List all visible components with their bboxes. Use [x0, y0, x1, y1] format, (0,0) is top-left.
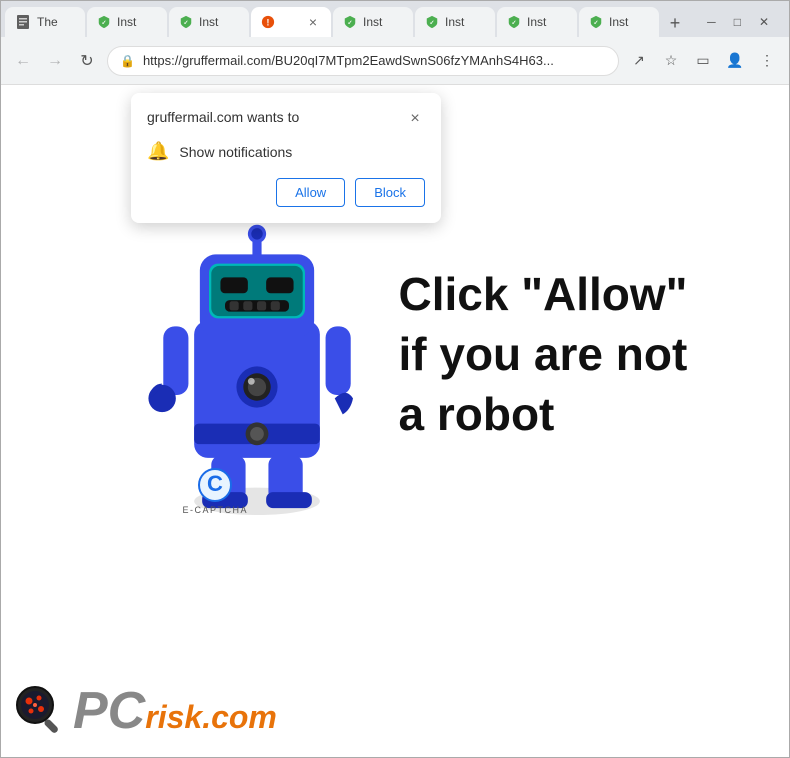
- tab-1[interactable]: The: [5, 7, 85, 37]
- shield-green-icon-3: ✓: [343, 15, 357, 29]
- tab-7-label: Inst: [527, 15, 567, 29]
- pcrisk-pc: PC: [73, 681, 145, 741]
- notification-popup: gruffermail.com wants to × 🔔 Show notifi…: [131, 93, 441, 223]
- menu-button[interactable]: ⋮: [755, 49, 779, 73]
- captcha-line2: if you are not: [398, 325, 687, 385]
- popup-row-text: Show notifications: [179, 144, 292, 160]
- back-button[interactable]: ←: [11, 49, 35, 73]
- shield-green-icon-2: ✓: [179, 15, 193, 29]
- svg-text:✓: ✓: [183, 20, 188, 27]
- pcrisk-com: .com: [202, 699, 277, 736]
- svg-text:✓: ✓: [511, 20, 516, 27]
- captcha-line3: a robot: [398, 385, 687, 445]
- browser-window: The ✓ Inst ✓ Inst ! ×: [0, 0, 790, 758]
- ecaptcha-badge: C E-CAPTCHA: [182, 467, 248, 515]
- maximize-button[interactable]: □: [726, 13, 749, 31]
- tab-5-label: Inst: [363, 15, 403, 29]
- window-controls: ─ □ ✕: [699, 13, 785, 37]
- shield-green-icon-6: ✓: [589, 15, 603, 29]
- svg-text:✓: ✓: [593, 20, 598, 27]
- svg-text:!: !: [267, 18, 270, 28]
- minimize-button[interactable]: ─: [699, 13, 724, 31]
- shield-green-icon-5: ✓: [507, 15, 521, 29]
- lock-icon: 🔒: [120, 54, 135, 68]
- orange-icon: !: [261, 15, 275, 29]
- bell-icon: 🔔: [147, 141, 169, 162]
- popup-title: gruffermail.com wants to: [147, 109, 299, 125]
- share-button[interactable]: ↗: [627, 49, 651, 73]
- popup-buttons: Allow Block: [147, 178, 425, 207]
- tab-6[interactable]: ✓ Inst: [415, 7, 495, 37]
- tab-bar: The ✓ Inst ✓ Inst ! ×: [1, 1, 789, 37]
- content-area: gruffermail.com wants to × 🔔 Show notifi…: [1, 85, 789, 757]
- url-bar[interactable]: 🔒 https://gruffermail.com/BU20qI7MTpm2Ea…: [107, 46, 619, 76]
- sidebar-button[interactable]: ▭: [691, 49, 715, 73]
- tab-3-label: Inst: [199, 15, 239, 29]
- ecaptcha-label: E-CAPTCHA: [182, 505, 248, 515]
- pcrisk-icon: [13, 683, 69, 739]
- svg-text:✓: ✓: [429, 20, 434, 27]
- allow-button[interactable]: Allow: [276, 178, 345, 207]
- tab-7[interactable]: ✓ Inst: [497, 7, 577, 37]
- tab-3[interactable]: ✓ Inst: [169, 7, 249, 37]
- svg-text:✓: ✓: [347, 20, 352, 27]
- tab-8[interactable]: ✓ Inst: [579, 7, 659, 37]
- address-bar: ← → ↻ 🔒 https://gruffermail.com/BU20qI7M…: [1, 37, 789, 85]
- svg-text:C: C: [207, 471, 223, 496]
- tab-6-label: Inst: [445, 15, 485, 29]
- tab-4-close[interactable]: ×: [305, 14, 321, 30]
- refresh-button[interactable]: ↻: [75, 49, 99, 73]
- close-button[interactable]: ✕: [751, 13, 777, 31]
- tab-8-label: Inst: [609, 15, 649, 29]
- robot-svg: [132, 195, 382, 515]
- tab-5[interactable]: ✓ Inst: [333, 7, 413, 37]
- profile-button[interactable]: 👤: [723, 49, 747, 73]
- captcha-line1: Click "Allow": [398, 265, 687, 325]
- tab-4-active[interactable]: ! ×: [251, 7, 331, 37]
- popup-header: gruffermail.com wants to ×: [147, 109, 425, 129]
- captcha-message: Click "Allow" if you are not a robot: [398, 265, 687, 444]
- popup-notification-row: 🔔 Show notifications: [147, 141, 425, 162]
- shield-green-icon: ✓: [97, 15, 111, 29]
- url-text: https://gruffermail.com/BU20qI7MTpm2Eawd…: [143, 53, 606, 68]
- pcrisk-footer: PC risk .com: [13, 681, 277, 741]
- tab-2[interactable]: ✓ Inst: [87, 7, 167, 37]
- new-tab-button[interactable]: +: [661, 9, 689, 37]
- bookmark-button[interactable]: ☆: [659, 49, 683, 73]
- pcrisk-logo-text: PC risk .com: [73, 681, 277, 741]
- svg-text:✓: ✓: [101, 20, 106, 27]
- pcrisk-risk: risk: [145, 699, 202, 736]
- block-button[interactable]: Block: [355, 178, 425, 207]
- tab-1-label: The: [37, 15, 75, 29]
- robot-illustration: C E-CAPTCHA: [132, 195, 382, 515]
- popup-close-button[interactable]: ×: [405, 109, 425, 129]
- doc-icon: [15, 14, 31, 30]
- tab-2-label: Inst: [117, 15, 157, 29]
- ecaptcha-logo: C: [197, 467, 233, 503]
- forward-button[interactable]: →: [43, 49, 67, 73]
- shield-green-icon-4: ✓: [425, 15, 439, 29]
